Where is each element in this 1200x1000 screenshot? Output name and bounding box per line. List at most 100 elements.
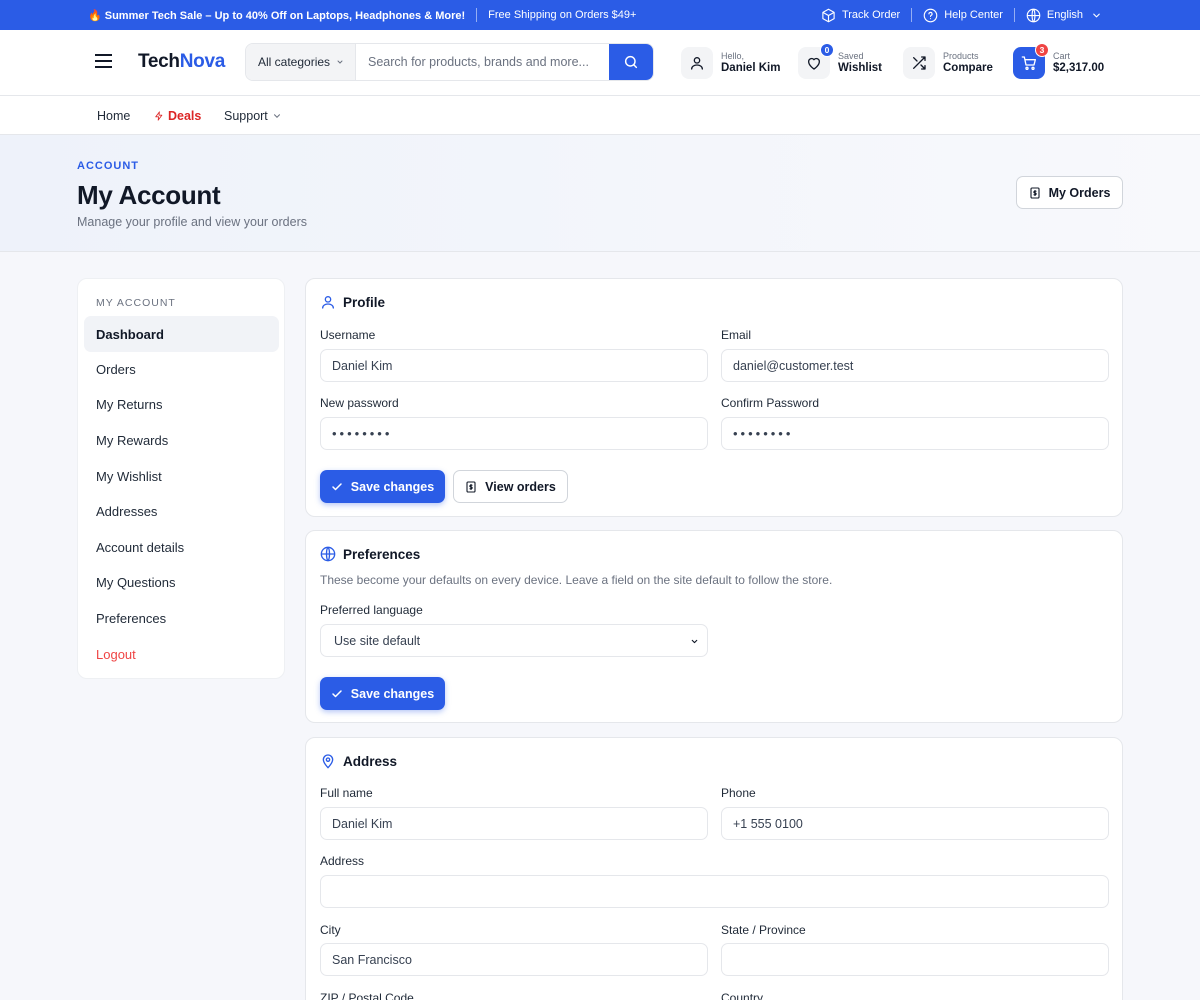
view-orders-label: View orders	[485, 479, 556, 494]
profile-save-button[interactable]: Save changes	[320, 470, 445, 503]
preferences-card-title: Preferences	[320, 546, 420, 562]
phone-label: Phone	[721, 786, 756, 800]
city-label: City	[320, 923, 341, 937]
compare-small-label: Products	[943, 51, 979, 62]
wishlist-big-label: Wishlist	[838, 61, 882, 74]
sidebar-item-orders[interactable]: Orders	[84, 351, 279, 387]
promo-divider	[476, 8, 478, 22]
country-label: Country	[721, 991, 764, 1000]
promo-sale-text[interactable]: 🔥 Summer Tech Sale – Up to 40% Off on La…	[88, 9, 465, 22]
address-label: Address	[320, 854, 365, 868]
wishlist-count-badge: 0	[820, 43, 834, 57]
search-input[interactable]	[356, 44, 609, 80]
sidebar-item-returns[interactable]: My Returns	[84, 386, 279, 422]
my-orders-button[interactable]: My Orders	[1016, 176, 1123, 209]
hamburger-menu-icon[interactable]	[95, 54, 112, 68]
my-orders-label: My Orders	[1048, 185, 1111, 200]
wishlist-link[interactable]: 0 Saved Wishlist	[798, 43, 882, 79]
language-selector[interactable]: English	[1026, 8, 1102, 23]
account-link[interactable]: Hello, Daniel Kim	[681, 47, 780, 79]
wishlist-small-label: Saved	[838, 51, 864, 62]
sidebar-item-wishlist[interactable]: My Wishlist	[84, 458, 279, 494]
account-greeting: Hello,	[721, 51, 745, 62]
sidebar-item-dashboard[interactable]: Dashboard	[84, 316, 279, 352]
sidebar-heading: MY ACCOUNT	[96, 297, 176, 309]
fullname-label: Full name	[320, 786, 373, 800]
cart-icon-box: 3	[1013, 43, 1049, 79]
city-input[interactable]	[320, 943, 708, 976]
help-center-link[interactable]: Help Center	[923, 8, 1003, 23]
search-button[interactable]	[609, 44, 653, 80]
logo-part-1: Tech	[138, 51, 180, 72]
account-name: Daniel Kim	[721, 61, 781, 74]
sidebar-item-logout[interactable]: Logout	[84, 636, 279, 672]
page-eyebrow: ACCOUNT	[77, 160, 139, 172]
globe-icon	[320, 546, 336, 562]
check-icon	[332, 482, 342, 490]
new-password-label: New password	[320, 396, 399, 410]
address-input[interactable]	[320, 875, 1109, 908]
view-orders-button[interactable]: View orders	[453, 470, 568, 503]
email-label: Email	[721, 328, 752, 342]
compare-link[interactable]: Products Compare	[903, 47, 993, 79]
category-label: All categories	[258, 55, 331, 69]
user-icon	[322, 296, 334, 309]
sidebar-item-questions[interactable]: My Questions	[84, 564, 279, 600]
username-input[interactable]	[320, 349, 708, 382]
chevron-down-icon	[691, 639, 698, 644]
preferences-save-button[interactable]: Save changes	[320, 677, 445, 710]
compare-big-label: Compare	[943, 61, 993, 74]
promo-divider	[911, 8, 913, 22]
track-order-link[interactable]: Track Order	[821, 8, 900, 23]
cart-link[interactable]: 3 Cart $2,317.00	[1013, 43, 1104, 79]
wishlist-icon-box: 0	[798, 43, 834, 79]
sidebar-item-rewards[interactable]: My Rewards	[84, 422, 279, 458]
sidebar-item-account-details[interactable]: Account details	[84, 529, 279, 565]
confirm-password-input[interactable]	[721, 417, 1109, 450]
nav-home[interactable]: Home	[97, 96, 130, 135]
heart-icon	[808, 57, 820, 70]
help-center-label: Help Center	[944, 9, 1003, 21]
confirm-password-label: Confirm Password	[721, 396, 820, 410]
nav-support-label: Support	[224, 108, 268, 123]
check-icon	[332, 689, 342, 697]
user-icon	[691, 57, 703, 70]
address-card-title: Address	[320, 753, 397, 769]
lightning-icon	[155, 110, 163, 121]
nav-support[interactable]: Support	[224, 96, 282, 135]
promo-divider	[1013, 8, 1015, 22]
page-subtitle: Manage your profile and view your orders	[77, 215, 307, 229]
category-dropdown[interactable]: All categories	[246, 44, 356, 80]
site-logo[interactable]: TechNova	[138, 51, 225, 73]
address-card: Address Full name Phone Address City Sta…	[305, 737, 1123, 1000]
search-icon	[624, 55, 638, 69]
language-label: English	[1046, 9, 1083, 21]
state-label: State / Province	[721, 923, 806, 937]
email-input[interactable]	[721, 349, 1109, 382]
preferred-language-value: Use site default	[334, 633, 421, 648]
fullname-input[interactable]	[320, 807, 708, 840]
preferences-note: These become your defaults on every devi…	[320, 573, 833, 587]
chevron-down-icon	[1093, 13, 1100, 17]
preferred-language-select[interactable]: Use site default	[320, 624, 708, 657]
profile-card: Profile Username Email New password Conf…	[305, 278, 1123, 517]
account-sidebar: MY ACCOUNT Dashboard Orders My Returns M…	[77, 278, 285, 679]
sidebar-item-addresses[interactable]: Addresses	[84, 493, 279, 529]
account-icon-box	[681, 47, 713, 79]
phone-input[interactable]	[721, 807, 1109, 840]
sidebar-item-preferences[interactable]: Preferences	[84, 600, 279, 636]
globe-icon	[1026, 8, 1041, 22]
cart-count-badge: 3	[1035, 43, 1049, 57]
preferences-card-title-text: Preferences	[343, 546, 421, 562]
nav-deals-label: Deals	[168, 108, 202, 123]
page-header: ACCOUNT My Account Manage your profile a…	[0, 135, 1200, 252]
nav-deals[interactable]: Deals	[154, 96, 201, 135]
cart-icon	[1021, 56, 1036, 70]
track-order-label: Track Order	[841, 9, 901, 21]
state-input[interactable]	[721, 943, 1109, 976]
promo-bar: 🔥 Summer Tech Sale – Up to 40% Off on La…	[0, 0, 1200, 30]
new-password-input[interactable]	[320, 417, 708, 450]
preferences-save-label: Save changes	[350, 686, 435, 701]
profile-save-label: Save changes	[350, 479, 435, 494]
profile-card-title: Profile	[320, 294, 385, 310]
